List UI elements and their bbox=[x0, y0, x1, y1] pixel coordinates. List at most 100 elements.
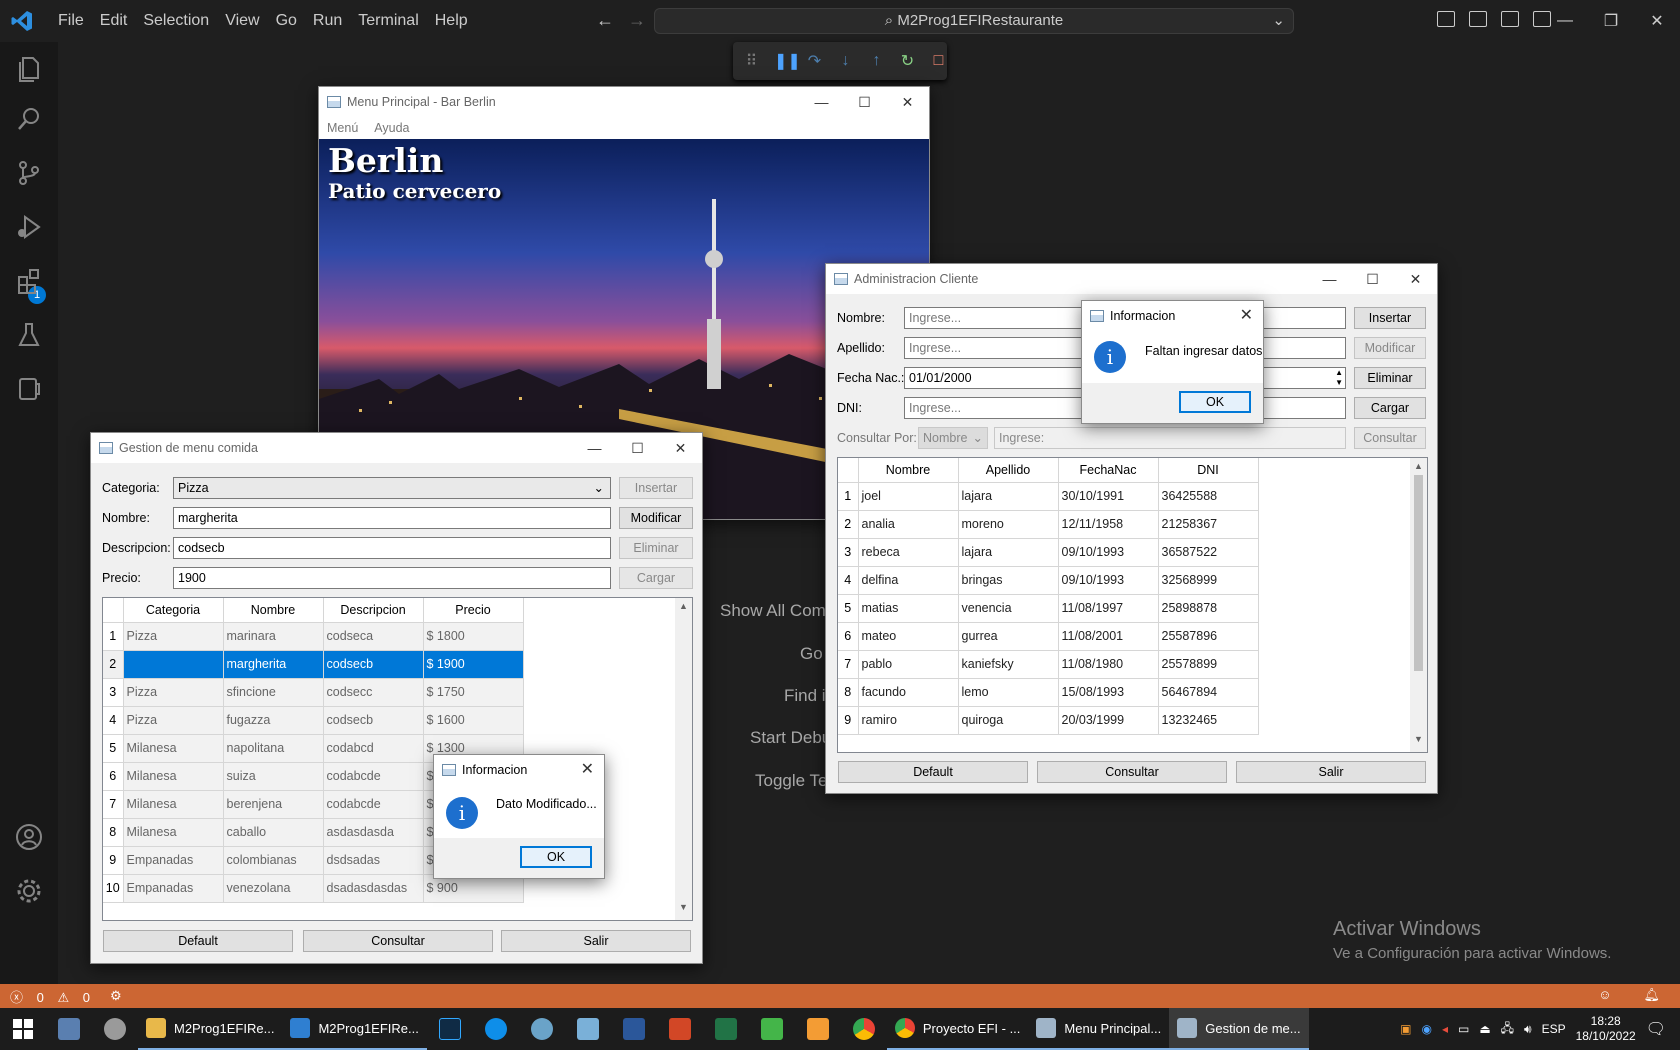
cell-precio[interactable]: $ 1600 bbox=[423, 706, 524, 735]
teamviewer-icon[interactable] bbox=[473, 1008, 519, 1050]
cell-nombre[interactable]: suiza bbox=[223, 762, 324, 791]
drag-handle-icon[interactable]: ⠿ bbox=[743, 51, 760, 71]
cell-apellido[interactable]: venencia bbox=[958, 594, 1059, 623]
notifications-icon[interactable]: 🗨︎ bbox=[1646, 1019, 1666, 1039]
menu-file[interactable]: File bbox=[50, 12, 92, 30]
cell-categoria[interactable]: Pizza bbox=[123, 678, 224, 707]
back-arrow-icon[interactable]: ← bbox=[596, 10, 614, 30]
menu-terminal[interactable]: Terminal bbox=[350, 12, 426, 30]
scroll-down-icon[interactable]: ▼ bbox=[1410, 731, 1427, 748]
cell-apellido[interactable]: lajara bbox=[958, 538, 1059, 567]
restore-icon[interactable]: ❐ bbox=[1588, 11, 1634, 31]
step-into-icon[interactable]: ↓ bbox=[837, 52, 854, 70]
pause-icon[interactable]: ❚❚ bbox=[774, 51, 801, 71]
cargar-button[interactable]: Cargar bbox=[619, 567, 693, 589]
eliminar-button[interactable]: Eliminar bbox=[619, 537, 693, 559]
cell-dni[interactable]: 36425588 bbox=[1158, 482, 1259, 511]
cell-apellido[interactable]: quiroga bbox=[958, 706, 1059, 735]
cell-apellido[interactable]: lemo bbox=[958, 678, 1059, 707]
cell-apellido[interactable]: lajara bbox=[958, 482, 1059, 511]
cell-apellido[interactable]: gurrea bbox=[958, 622, 1059, 651]
table-row[interactable]: 4 delfina bringas 09/10/1993 32568999 bbox=[838, 566, 1259, 595]
clock[interactable]: 18:28 18/10/2022 bbox=[1576, 1014, 1636, 1044]
tray-arrow-icon[interactable]: ◂ bbox=[1442, 1022, 1448, 1036]
gear-icon[interactable] bbox=[14, 876, 44, 906]
cell-fechanac[interactable]: 11/08/2001 bbox=[1058, 622, 1159, 651]
minimize-icon[interactable]: — bbox=[573, 433, 616, 463]
network-icon[interactable]: 🖧︎ bbox=[1501, 1019, 1514, 1040]
modificar-button[interactable]: Modificar bbox=[619, 507, 693, 529]
settings-app-icon[interactable] bbox=[519, 1008, 565, 1050]
cell-categoria[interactable]: Pizza bbox=[123, 622, 224, 651]
toggle-primary-sidebar-icon[interactable] bbox=[1437, 11, 1455, 27]
cell-dni[interactable]: 25578899 bbox=[1158, 650, 1259, 679]
cell-descripcion[interactable]: codabcde bbox=[323, 790, 424, 819]
close-icon[interactable]: ✕ bbox=[1394, 264, 1437, 294]
vertical-scrollbar[interactable]: ▲ ▼ bbox=[1410, 458, 1427, 752]
cell-descripcion[interactable]: codsecb bbox=[323, 650, 424, 679]
debug-launch-icon[interactable]: ⚙ bbox=[110, 988, 122, 1004]
column-header[interactable]: Nombre bbox=[223, 598, 324, 623]
cell-fechanac[interactable]: 09/10/1993 bbox=[1058, 538, 1159, 567]
cell-dni[interactable]: 25898878 bbox=[1158, 594, 1259, 623]
menu-item-menu[interactable]: Menú bbox=[327, 121, 358, 135]
menu-item-ayuda[interactable]: Ayuda bbox=[374, 121, 409, 135]
table-row[interactable]: 3 Pizza sfincione codsecc $ 1750 bbox=[103, 678, 524, 707]
cell-fechanac[interactable]: 11/08/1997 bbox=[1058, 594, 1159, 623]
column-header[interactable]: Categoria bbox=[123, 598, 224, 623]
volume-icon[interactable]: 🔊︎ bbox=[1524, 1022, 1532, 1037]
database-icon[interactable] bbox=[92, 1008, 138, 1050]
cell-fechanac[interactable]: 20/03/1999 bbox=[1058, 706, 1159, 735]
explorer-icon[interactable] bbox=[14, 54, 44, 84]
cell-apellido[interactable]: bringas bbox=[958, 566, 1059, 595]
account-icon[interactable] bbox=[14, 822, 44, 852]
menu-view[interactable]: View bbox=[217, 12, 267, 30]
cell-categoria[interactable]: Milanesa bbox=[123, 762, 224, 791]
maximize-icon[interactable]: ☐ bbox=[616, 433, 659, 463]
cell-nombre[interactable]: napolitana bbox=[223, 734, 324, 763]
cell-nombre[interactable]: caballo bbox=[223, 818, 324, 847]
cell-descripcion[interactable]: dsdsadas bbox=[323, 846, 424, 875]
cell-descripcion[interactable]: dsadasdasdas bbox=[323, 874, 424, 903]
language-indicator[interactable]: ESP bbox=[1542, 1022, 1566, 1036]
tray-monitor-icon[interactable]: ▭ bbox=[1458, 1022, 1469, 1036]
table-row[interactable]: 1 joel lajara 30/10/1991 36425588 bbox=[838, 482, 1259, 511]
table-row[interactable]: 8 facundo lemo 15/08/1993 56467894 bbox=[838, 678, 1259, 707]
source-control-icon[interactable] bbox=[14, 158, 44, 188]
cell-nombre[interactable]: mateo bbox=[858, 622, 959, 651]
table-row[interactable]: 5 matias venencia 11/08/1997 25898878 bbox=[838, 594, 1259, 623]
feedback-icon[interactable]: ☺ bbox=[1598, 987, 1611, 1003]
column-header[interactable]: Precio bbox=[423, 598, 524, 623]
menu-go[interactable]: Go bbox=[268, 12, 305, 30]
table-row[interactable]: 4 Pizza fugazza codsecb $ 1600 bbox=[103, 706, 524, 735]
powerpoint-icon[interactable] bbox=[657, 1008, 703, 1050]
spreadsheet-app-icon[interactable] bbox=[749, 1008, 795, 1050]
cell-dni[interactable]: 56467894 bbox=[1158, 678, 1259, 707]
start-button[interactable] bbox=[0, 1008, 46, 1050]
descripcion-input[interactable]: codsecb bbox=[173, 537, 611, 559]
cell-dni[interactable]: 32568999 bbox=[1158, 566, 1259, 595]
cell-categoria[interactable] bbox=[123, 650, 224, 679]
salir-button[interactable]: Salir bbox=[1236, 761, 1426, 783]
taskbar-app-vscode[interactable]: M2Prog1EFIRe... bbox=[282, 1008, 427, 1050]
chevron-down-icon[interactable]: ⌄ bbox=[1272, 9, 1285, 33]
consultar-por-select[interactable]: Nombre ⌄ bbox=[918, 427, 988, 449]
cell-descripcion[interactable]: codsecc bbox=[323, 678, 424, 707]
scroll-up-icon[interactable]: ▲ bbox=[675, 598, 692, 615]
close-icon[interactable]: ✕ bbox=[659, 433, 702, 463]
ok-button[interactable]: OK bbox=[1179, 391, 1251, 413]
consulta-input[interactable]: Ingrese: bbox=[994, 427, 1346, 449]
word-icon[interactable] bbox=[611, 1008, 657, 1050]
step-out-icon[interactable]: ↑ bbox=[868, 52, 885, 70]
cell-nombre[interactable]: rebeca bbox=[858, 538, 959, 567]
cell-nombre[interactable]: ramiro bbox=[858, 706, 959, 735]
vertical-scrollbar[interactable]: ▲ ▼ bbox=[675, 598, 692, 920]
testing-icon[interactable] bbox=[14, 320, 44, 350]
cell-precio[interactable]: $ 1900 bbox=[423, 650, 524, 679]
maximize-icon[interactable]: ☐ bbox=[843, 87, 886, 117]
cell-nombre[interactable]: analia bbox=[858, 510, 959, 539]
default-button[interactable]: Default bbox=[838, 761, 1028, 783]
table-row[interactable]: 7 pablo kaniefsky 11/08/1980 25578899 bbox=[838, 650, 1259, 679]
cell-dni[interactable]: 25587896 bbox=[1158, 622, 1259, 651]
cell-categoria[interactable]: Milanesa bbox=[123, 790, 224, 819]
